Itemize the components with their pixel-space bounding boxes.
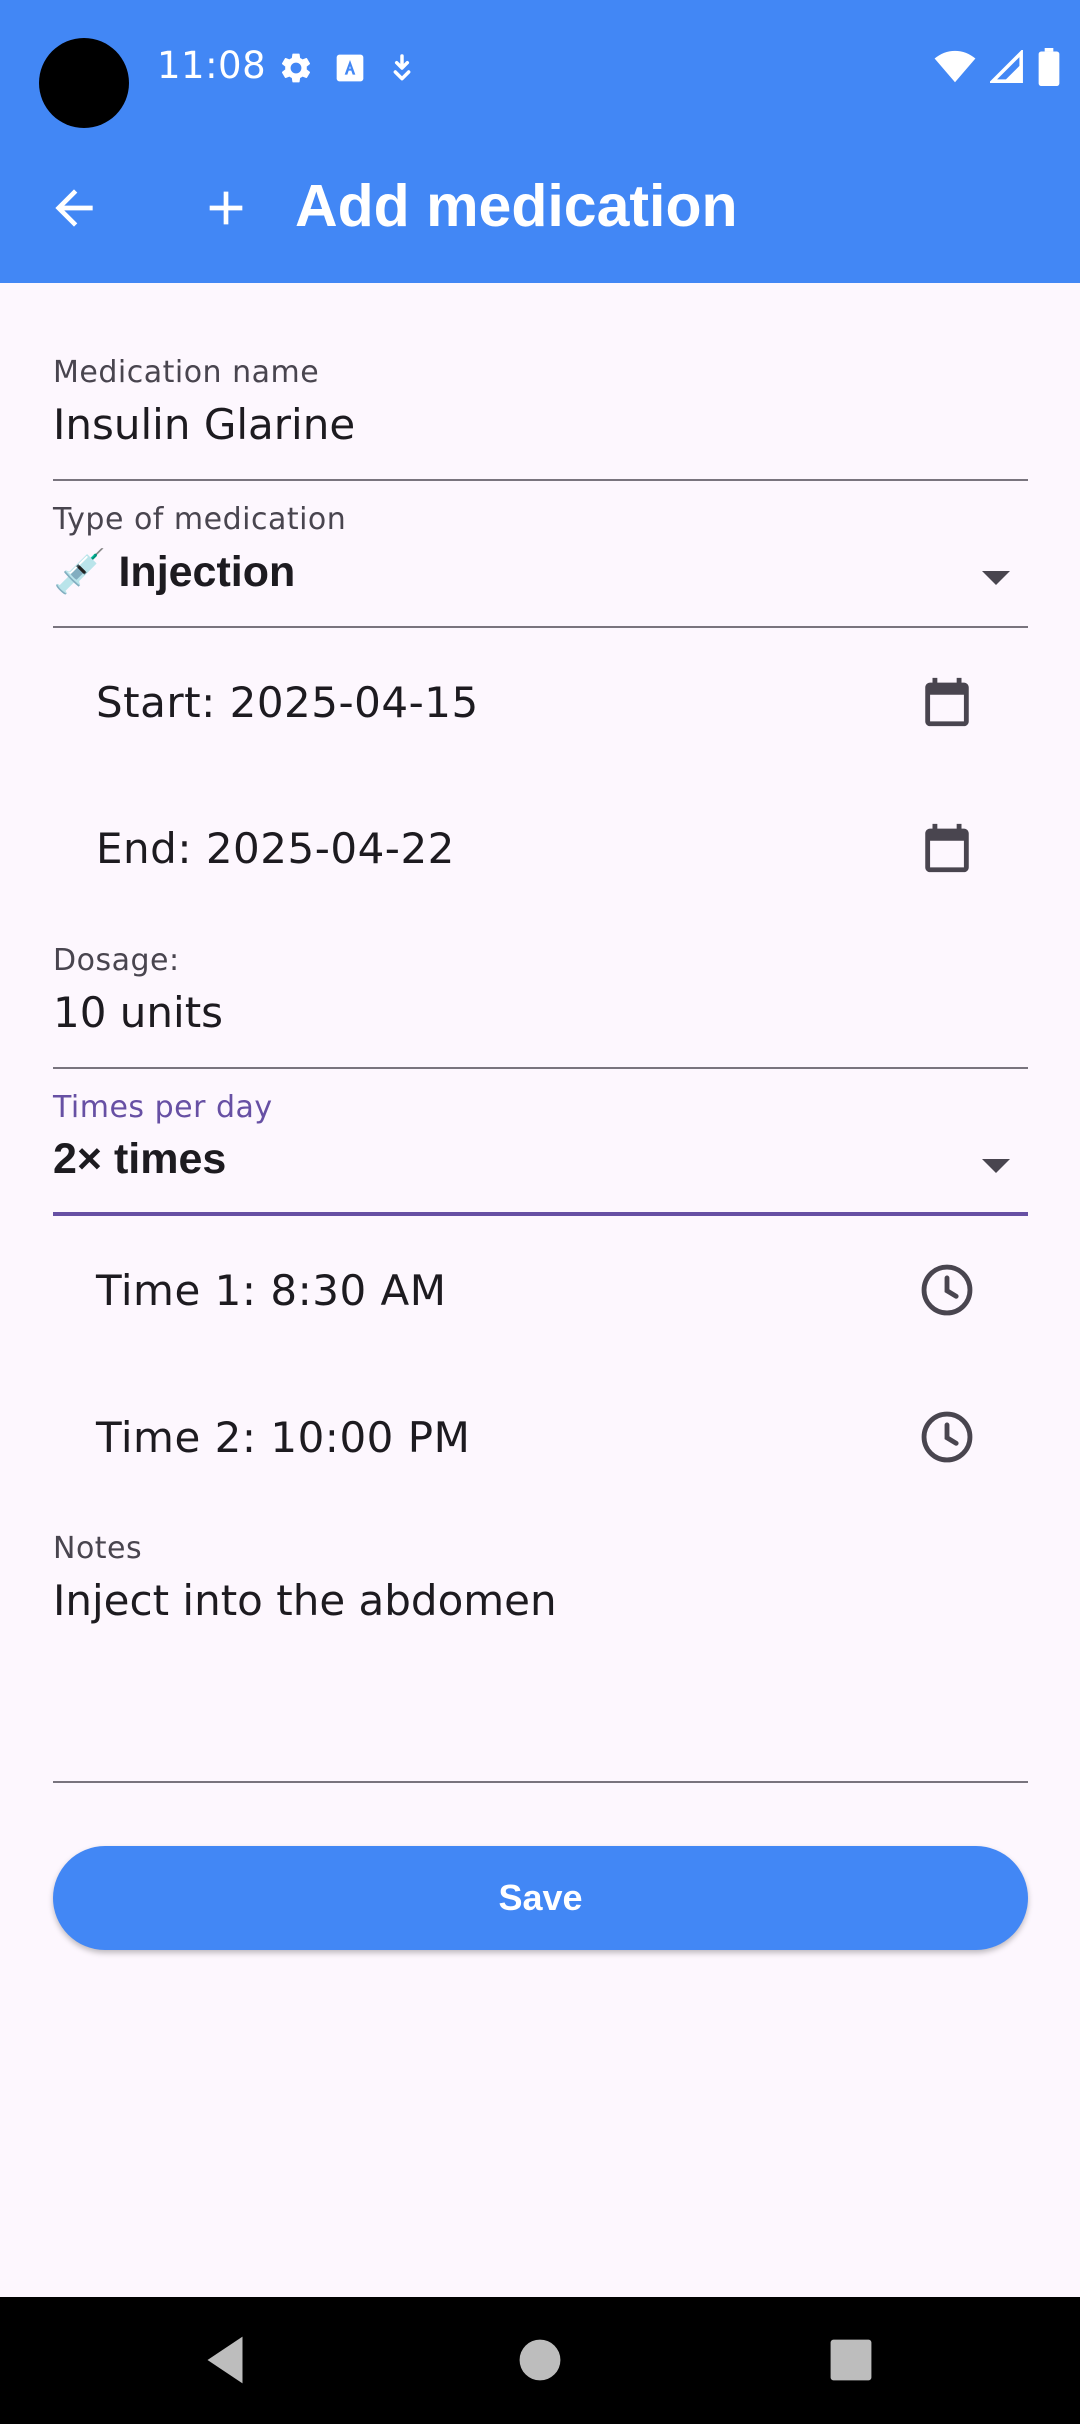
clock-icon[interactable]	[918, 1261, 976, 1319]
notes-label: Notes	[53, 1531, 143, 1566]
dosage-value[interactable]: 10 units	[53, 988, 1028, 1037]
times-per-day-label: Times per day	[53, 1090, 273, 1125]
clock-icon[interactable]	[918, 1408, 976, 1466]
status-icons-left	[278, 50, 418, 86]
a-box-icon	[336, 54, 364, 82]
end-date-text: End: 2025-04-22	[96, 823, 455, 873]
recents-square-icon[interactable]	[816, 2325, 886, 2395]
camera-cutout	[39, 38, 129, 128]
start-date-row[interactable]: Start: 2025-04-15	[96, 662, 976, 742]
signal-icon	[990, 50, 1023, 83]
times-per-day-value: 2× times	[53, 1135, 227, 1183]
medication-name-value[interactable]: Insulin Glarine	[53, 400, 1028, 449]
time-1-text: Time 1: 8:30 AM	[96, 1265, 447, 1315]
field-underline	[53, 1781, 1028, 1783]
gear-icon	[281, 53, 311, 83]
type-of-medication-dropdown[interactable]: Type of medication 💉 Injection	[53, 502, 1028, 630]
notes-field[interactable]: Notes Inject into the abdomen	[53, 1531, 1028, 1785]
plus-icon	[209, 191, 243, 225]
calendar-icon[interactable]	[918, 819, 976, 877]
type-label: Type of medication	[53, 502, 347, 537]
field-underline	[53, 1067, 1028, 1069]
times-per-day-dropdown[interactable]: Times per day 2× times	[53, 1090, 1028, 1218]
medication-name-field[interactable]: Medication name Insulin Glarine	[53, 355, 1028, 483]
arrow-back-icon[interactable]	[46, 180, 102, 236]
end-date-row[interactable]: End: 2025-04-22	[96, 808, 976, 888]
save-button[interactable]: Save	[53, 1846, 1028, 1950]
system-nav-bar	[0, 2297, 1080, 2424]
time-2-row[interactable]: Time 2: 10:00 PM	[96, 1397, 976, 1477]
download-icon	[393, 54, 411, 81]
dosage-field[interactable]: Dosage: 10 units	[53, 943, 1028, 1071]
field-underline	[53, 626, 1028, 628]
page-title: Add medication	[295, 173, 738, 239]
field-underline	[53, 479, 1028, 481]
dosage-label: Dosage:	[53, 943, 180, 978]
type-value: 💉 Injection	[53, 548, 296, 596]
notes-value[interactable]: Inject into the abdomen	[53, 1576, 1028, 1625]
status-time: 11:08	[157, 44, 267, 87]
wifi-icon	[934, 50, 976, 83]
medication-name-label: Medication name	[53, 355, 320, 390]
time-2-text: Time 2: 10:00 PM	[96, 1412, 471, 1462]
dropdown-arrow-icon[interactable]	[982, 571, 1010, 585]
dropdown-arrow-icon[interactable]	[982, 1159, 1010, 1173]
start-date-text: Start: 2025-04-15	[96, 677, 479, 727]
home-circle-icon[interactable]	[505, 2325, 575, 2395]
time-1-row[interactable]: Time 1: 8:30 AM	[96, 1250, 976, 1330]
field-underline-active	[53, 1212, 1028, 1216]
app-header: 11:08 Add medication	[0, 0, 1080, 283]
status-icons-right	[934, 48, 1060, 86]
back-triangle-icon[interactable]	[190, 2325, 260, 2395]
battery-icon	[1038, 48, 1060, 86]
calendar-icon[interactable]	[918, 673, 976, 731]
